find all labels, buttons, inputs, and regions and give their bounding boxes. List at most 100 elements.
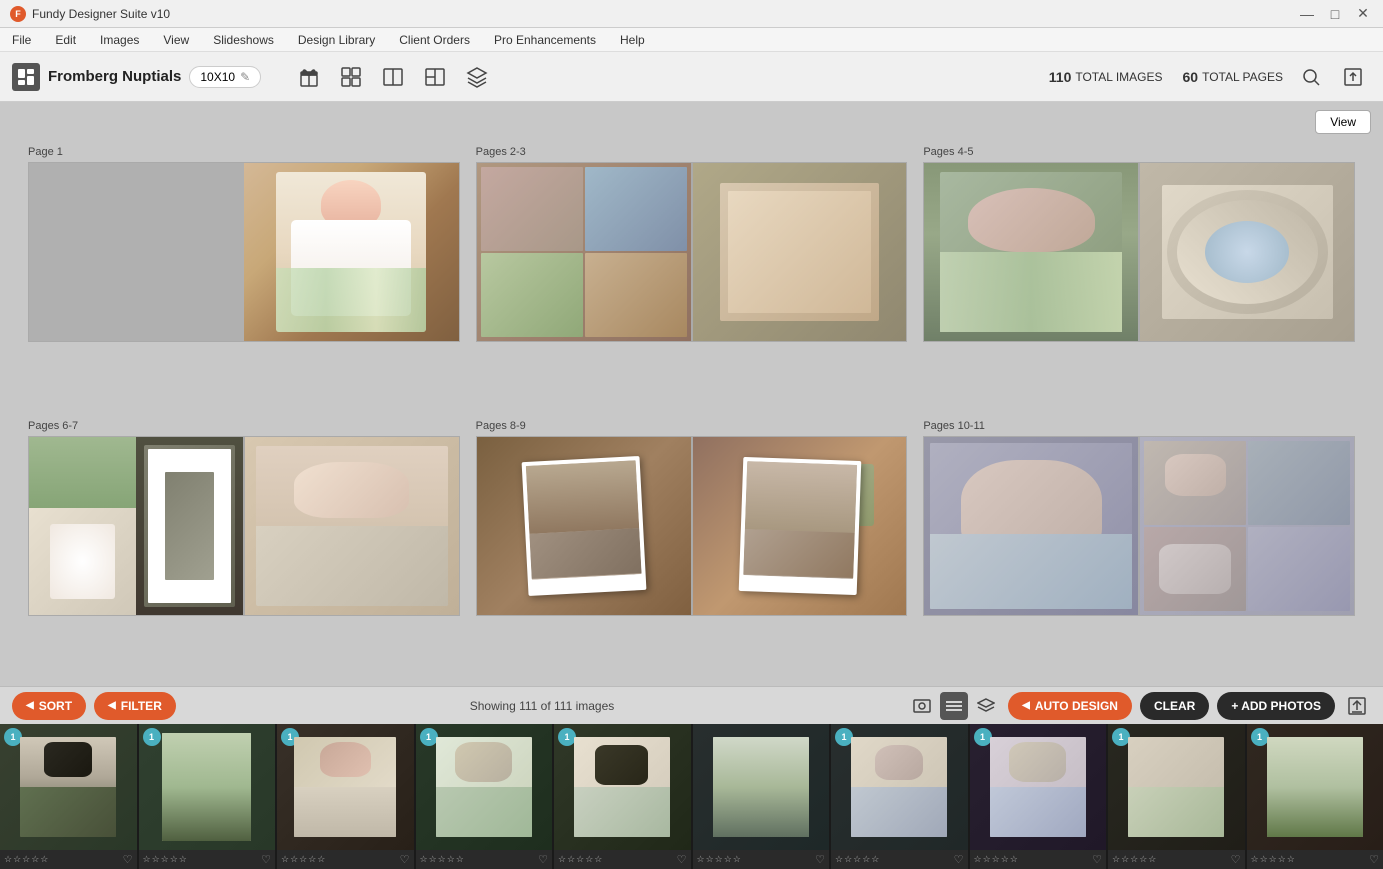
page-9-half (693, 437, 907, 615)
menu-images[interactable]: Images (96, 31, 143, 49)
menu-file[interactable]: File (8, 31, 35, 49)
menu-slideshows[interactable]: Slideshows (209, 31, 278, 49)
stack-icon-btn[interactable] (972, 692, 1000, 720)
maximize-button[interactable]: □ (1325, 4, 1345, 24)
strip-heart-2[interactable]: ♡ (261, 853, 271, 866)
page-spread-4-5[interactable] (923, 162, 1355, 342)
strip-stars-10[interactable]: ☆☆☆☆☆ (1251, 854, 1296, 865)
page-spread-8-9[interactable]: ↻ ↺ ⇄ ⊞ ✕ (476, 436, 908, 616)
page-group-4-5: Pages 4-5 (915, 138, 1363, 412)
strip-heart-8[interactable]: ♡ (1092, 853, 1102, 866)
main-area: View Page 1 (0, 102, 1383, 869)
book-icon-btn[interactable] (375, 59, 411, 95)
strip-heart-3[interactable]: ♡ (400, 853, 410, 866)
search-icon-btn[interactable] (1293, 59, 1329, 95)
strip-stars-2[interactable]: ☆☆☆☆☆ (143, 854, 188, 865)
pages-grid: Page 1 Pages 2-3 (0, 138, 1383, 686)
menu-edit[interactable]: Edit (51, 31, 80, 49)
menu-design-library[interactable]: Design Library (294, 31, 379, 49)
grid-icon-btn[interactable] (333, 59, 369, 95)
strip-stars-7[interactable]: ☆☆☆☆☆ (835, 854, 880, 865)
gift-icon-btn[interactable] (291, 59, 327, 95)
toolbar: Fromberg Nuptials 10X10 ✎ (0, 52, 1383, 102)
page-6-half (29, 437, 243, 615)
strip-stars-9[interactable]: ☆☆☆☆☆ (1112, 854, 1157, 865)
strip-footer-7: ☆☆☆☆☆ ♡ (831, 850, 968, 869)
strip-stars-4[interactable]: ☆☆☆☆☆ (420, 854, 465, 865)
app-icon: F (10, 6, 26, 22)
showing-text: Showing 111 of 111 images (194, 699, 890, 713)
menu-bar: File Edit Images View Slideshows Design … (0, 28, 1383, 52)
page-spread-6-7[interactable] (28, 436, 460, 616)
export-strip-btn[interactable] (1343, 692, 1371, 720)
edit-icon[interactable]: ✎ (240, 70, 250, 84)
strip-footer-4: ☆☆☆☆☆ ♡ (416, 850, 553, 869)
page-4-half (924, 163, 1138, 341)
strip-heart-7[interactable]: ♡ (954, 853, 964, 866)
page-spread-2-3[interactable] (476, 162, 908, 342)
strip-photo-4[interactable]: 1 ☆☆☆☆☆ ♡ (416, 724, 555, 869)
page-spread-1[interactable] (28, 162, 460, 342)
strip-footer-10: ☆☆☆☆☆ ♡ (1247, 850, 1383, 869)
size-badge[interactable]: 10X10 ✎ (189, 66, 261, 88)
bottom-view-icons (908, 692, 1000, 720)
strip-photo-2[interactable]: 1 ☆☆☆☆☆ ♡ (139, 724, 278, 869)
page-8-half (477, 437, 691, 615)
page-spread-10-11[interactable] (923, 436, 1355, 616)
strip-footer-1: ☆☆☆☆☆ ♡ (0, 850, 137, 869)
strip-heart-10[interactable]: ♡ (1369, 853, 1379, 866)
photo-strip: 1 ☆☆☆☆☆ ♡ 1 (0, 724, 1383, 869)
export-icon-btn[interactable] (1335, 59, 1371, 95)
layers-icon-btn[interactable] (459, 59, 495, 95)
page-label-8-9: Pages 8-9 (476, 420, 908, 432)
strip-stars-8[interactable]: ☆☆☆☆☆ (974, 854, 1019, 865)
menu-help[interactable]: Help (616, 31, 649, 49)
strip-stars-5[interactable]: ☆☆☆☆☆ (558, 854, 603, 865)
menu-view[interactable]: View (159, 31, 193, 49)
auto-design-button[interactable]: ◀ AUTO DESIGN (1008, 692, 1132, 720)
filter-button[interactable]: ◀ FILTER (94, 692, 176, 720)
strip-heart-1[interactable]: ♡ (123, 853, 133, 866)
page-7-half (245, 437, 459, 615)
clear-button[interactable]: CLEAR (1140, 692, 1209, 720)
app-name: Fundy Designer Suite v10 (32, 7, 170, 21)
close-button[interactable]: ✕ (1353, 4, 1373, 24)
toolbar-icons (291, 59, 495, 95)
strip-stars-3[interactable]: ☆☆☆☆☆ (281, 854, 326, 865)
strip-photo-7[interactable]: 1 ☆☆☆☆☆ ♡ (831, 724, 970, 869)
strip-heart-4[interactable]: ♡ (538, 853, 548, 866)
page-group-2-3: Pages 2-3 (468, 138, 916, 412)
layout-icon-btn[interactable] (417, 59, 453, 95)
strip-footer-9: ☆☆☆☆☆ ♡ (1108, 850, 1245, 869)
total-pages-count: 60 (1183, 69, 1199, 85)
strip-footer-6: ☆☆☆☆☆ ♡ (693, 850, 830, 869)
view-button[interactable]: View (1315, 110, 1371, 134)
strip-photo-6[interactable]: ☆☆☆☆☆ ♡ (693, 724, 832, 869)
strip-heart-9[interactable]: ♡ (1231, 853, 1241, 866)
strip-photo-5[interactable]: 1 ☆☆☆☆☆ ♡ (554, 724, 693, 869)
menu-pro-enhancements[interactable]: Pro Enhancements (490, 31, 600, 49)
slideshow-icon-btn[interactable] (908, 692, 936, 720)
page-1-blank (29, 163, 244, 341)
menu-client-orders[interactable]: Client Orders (395, 31, 474, 49)
strip-photo-9[interactable]: 1 ☆☆☆☆☆ ♡ (1108, 724, 1247, 869)
brand-area: Fromberg Nuptials 10X10 ✎ (12, 63, 261, 91)
strip-heart-5[interactable]: ♡ (677, 853, 687, 866)
page-1-photo (244, 163, 459, 341)
strip-photo-3[interactable]: 1 ☆☆☆☆☆ ♡ (277, 724, 416, 869)
grid-view-btn[interactable] (940, 692, 968, 720)
strip-stars-6[interactable]: ☆☆☆☆☆ (697, 854, 742, 865)
sort-button[interactable]: ◀ SORT (12, 692, 86, 720)
strip-photo-1[interactable]: 1 ☆☆☆☆☆ ♡ (0, 724, 139, 869)
strip-photo-8[interactable]: 1 ☆☆☆☆☆ ♡ (970, 724, 1109, 869)
strip-stars-1[interactable]: ☆☆☆☆☆ (4, 854, 49, 865)
minimize-button[interactable]: — (1297, 4, 1317, 24)
strip-photo-10[interactable]: 1 ☆☆☆☆☆ ♡ (1247, 724, 1383, 869)
add-photos-button[interactable]: + ADD PHOTOS (1217, 692, 1335, 720)
total-images-label: TOTAL IMAGES (1075, 70, 1162, 84)
bottom-bar: ◀ SORT ◀ FILTER Showing 111 of 111 image… (0, 686, 1383, 724)
strip-footer-2: ☆☆☆☆☆ ♡ (139, 850, 276, 869)
view-btn-area: View (0, 102, 1383, 138)
strip-heart-6[interactable]: ♡ (815, 853, 825, 866)
total-images-count: 110 (1049, 69, 1072, 85)
